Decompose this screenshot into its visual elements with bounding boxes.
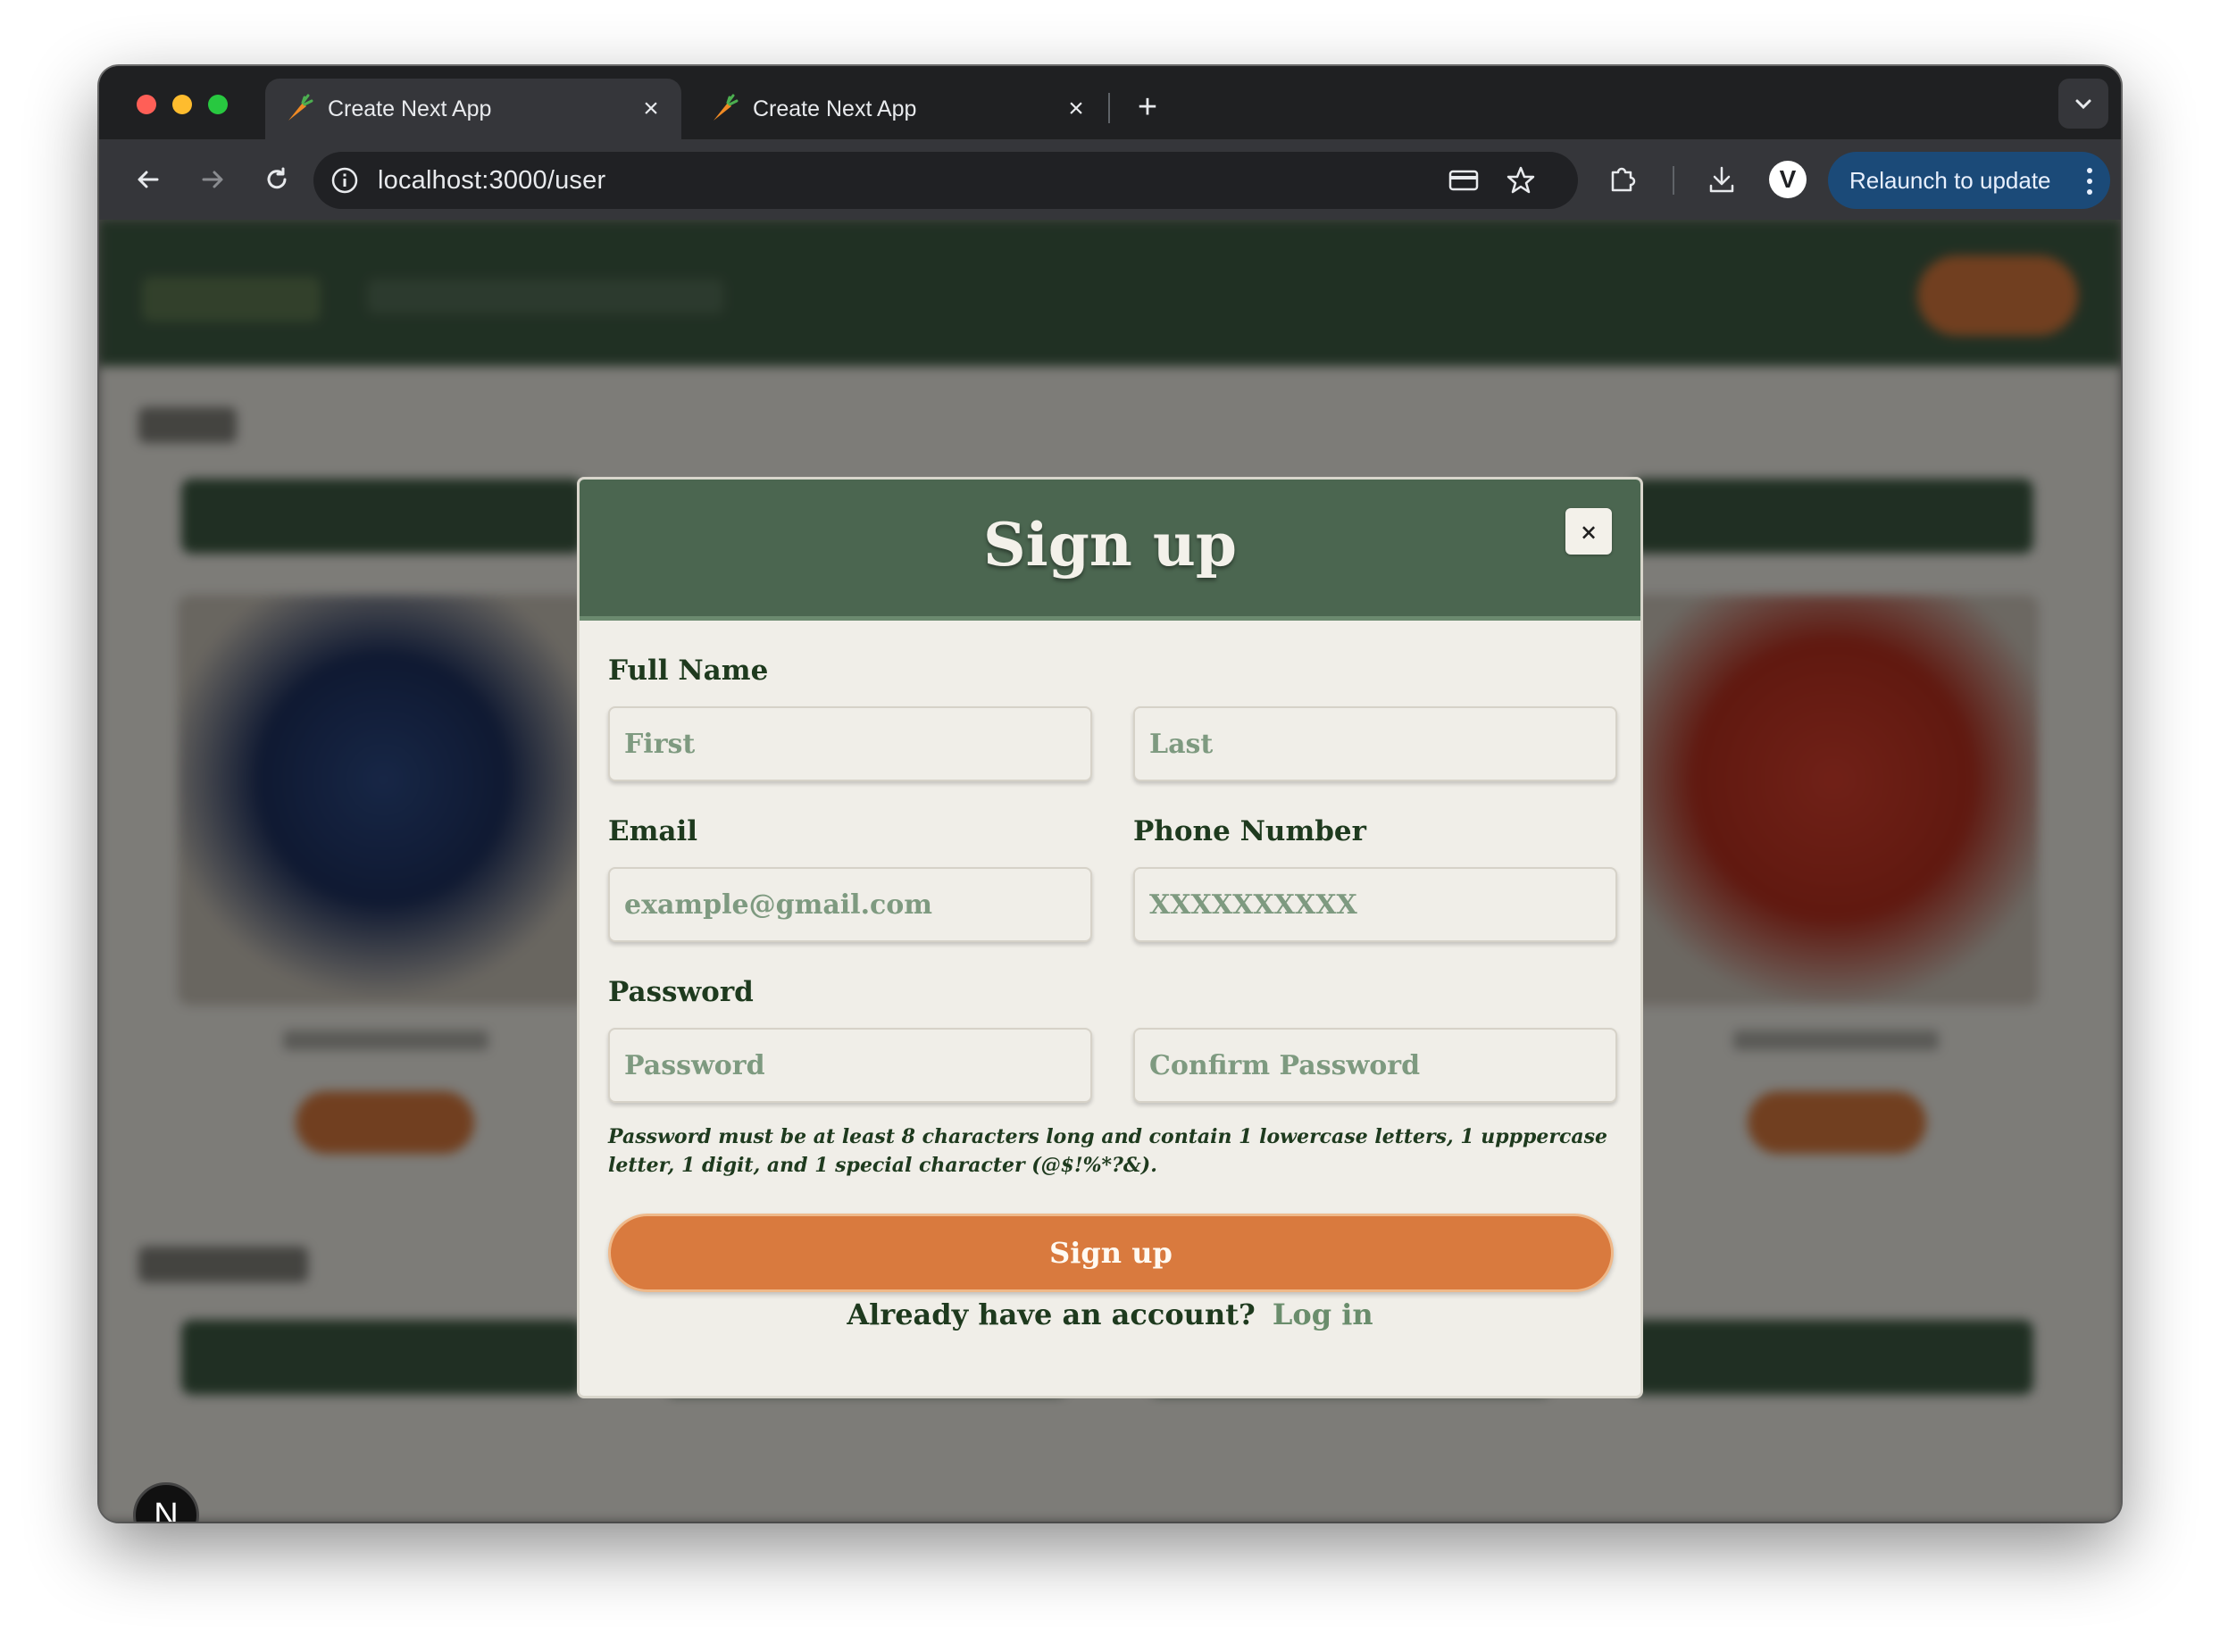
email-field[interactable] (608, 867, 1092, 942)
address-bar[interactable]: localhost:3000/user (313, 152, 1578, 209)
new-tab-button[interactable]: + (1126, 86, 1169, 129)
reload-button[interactable] (255, 157, 299, 202)
modal-header: Sign up × (580, 480, 1640, 621)
card-icon[interactable] (1448, 164, 1480, 196)
modal-title: Sign up (983, 510, 1237, 580)
puzzle-icon (1611, 167, 1636, 192)
arrow-right-icon (202, 171, 223, 188)
close-tab-icon[interactable]: × (1058, 91, 1094, 127)
password-hint: Password must be at least 8 characters l… (608, 1125, 1608, 1177)
tab-search-button[interactable] (2058, 79, 2108, 129)
extensions-button[interactable] (1601, 159, 1642, 200)
tab-create-next-app[interactable]: Create Next App × (690, 79, 1106, 139)
email-input[interactable] (610, 869, 1090, 940)
confirm-password-field[interactable] (1133, 1028, 1617, 1103)
full-name-label: Full Name (608, 655, 769, 687)
carrot-icon (708, 94, 739, 124)
login-prompt-row: Already have an account? Log in (580, 1297, 1640, 1331)
arrow-left-icon (138, 171, 159, 188)
login-link[interactable]: Log in (1273, 1297, 1373, 1331)
browser-toolbar: localhost:3000/user V Relaunch to update (99, 139, 2121, 220)
relaunch-label: Relaunch to update (1849, 166, 2051, 194)
tab-create-next-app-active[interactable]: Create Next App × (265, 79, 681, 139)
first-name-field[interactable] (608, 706, 1092, 781)
last-name-input[interactable] (1135, 708, 1615, 780)
email-label: Email (608, 815, 698, 847)
minimize-window-button[interactable] (172, 95, 192, 114)
back-button[interactable] (126, 157, 171, 202)
login-prompt-text: Already have an account? (847, 1297, 1256, 1331)
profile-avatar[interactable]: V (1769, 161, 1807, 198)
toolbar-separator (1673, 166, 1674, 195)
site-info-icon[interactable] (330, 165, 360, 196)
download-icon (1709, 166, 1734, 193)
tab-title: Create Next App (328, 96, 492, 121)
phone-field[interactable] (1133, 867, 1617, 942)
tab-separator (1108, 93, 1110, 123)
downloads-button[interactable] (1701, 159, 1742, 200)
close-window-button[interactable] (137, 95, 156, 114)
relaunch-to-update-button[interactable]: Relaunch to update (1828, 152, 2110, 209)
signup-submit-button[interactable]: Sign up (608, 1214, 1614, 1292)
maximize-window-button[interactable] (208, 95, 228, 114)
phone-input[interactable] (1135, 869, 1615, 940)
tab-title: Create Next App (753, 96, 917, 121)
signup-modal: Sign up × Full Name Email Phone Number P… (577, 477, 1643, 1398)
close-tab-icon[interactable]: × (633, 91, 669, 127)
browser-window: Create Next App × Create Next App × + lo… (99, 66, 2121, 1522)
confirm-password-input[interactable] (1135, 1030, 1615, 1101)
page-viewport: Sign up × Full Name Email Phone Number P… (99, 220, 2121, 1522)
password-label: Password (608, 976, 754, 1008)
password-field[interactable] (608, 1028, 1092, 1103)
tab-strip: Create Next App × Create Next App × + (99, 66, 2121, 139)
url-text[interactable]: localhost:3000/user (378, 166, 605, 196)
chevron-down-icon (2075, 99, 2091, 110)
forward-button[interactable] (190, 157, 235, 202)
reload-icon (267, 167, 287, 189)
password-input[interactable] (610, 1030, 1090, 1101)
bookmark-star-icon[interactable] (1505, 164, 1537, 196)
more-vertical-icon[interactable] (2085, 166, 2094, 196)
close-modal-button[interactable]: × (1565, 508, 1612, 555)
last-name-field[interactable] (1133, 706, 1617, 781)
first-name-input[interactable] (610, 708, 1090, 780)
carrot-icon (283, 94, 313, 124)
phone-label: Phone Number (1133, 815, 1366, 847)
